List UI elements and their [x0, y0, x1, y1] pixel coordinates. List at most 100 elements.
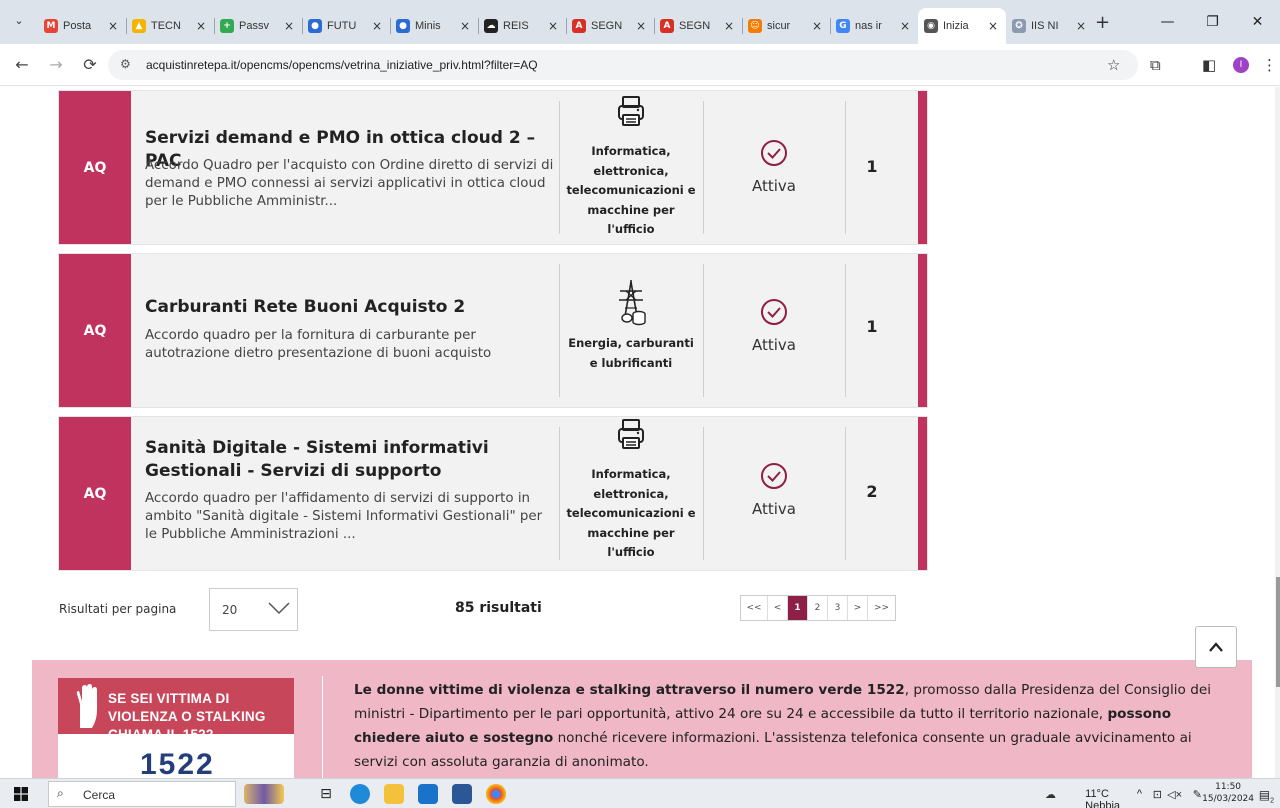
tab-close-icon[interactable]: × — [194, 19, 208, 33]
tab-close-icon[interactable]: × — [106, 19, 120, 33]
printer-icon — [618, 96, 644, 126]
tab-close-icon[interactable]: × — [458, 19, 472, 33]
extensions-icon[interactable]: ⧉ — [1150, 56, 1161, 74]
forward-button[interactable]: → — [46, 55, 66, 75]
browser-tab[interactable]: A SEGN × — [566, 8, 654, 44]
clock-time: 11:50 — [1215, 782, 1242, 792]
profile-avatar[interactable]: I — [1233, 57, 1249, 73]
initiative-status: Attiva — [703, 298, 845, 354]
close-window-button[interactable]: ✕ — [1235, 0, 1280, 44]
browser-tab[interactable]: ● Minis × — [390, 8, 478, 44]
pagination-button[interactable]: 3 — [828, 596, 848, 620]
browser-tab[interactable]: ☁ REIS × — [478, 8, 566, 44]
pagination-button[interactable]: << — [741, 596, 768, 620]
minimize-button[interactable]: — — [1145, 0, 1190, 44]
category-line: Energia, carburanti — [568, 336, 694, 350]
tab-title: SEGN — [679, 20, 711, 32]
back-button[interactable]: ← — [12, 55, 32, 75]
volume-icon[interactable]: ◁× — [1167, 788, 1182, 801]
tab-close-icon[interactable]: × — [722, 19, 736, 33]
banner-image-text: SE SEI VITTIMA DI VIOLENZA O STALKING CH… — [108, 691, 266, 742]
initiative-title[interactable]: Sanità Digitale - Sistemi informativi Ge… — [145, 437, 557, 483]
scrollbar-thumb[interactable] — [1276, 577, 1280, 687]
notifications-icon[interactable]: ▤2 — [1259, 788, 1274, 804]
tab-favicon-icon: G — [836, 19, 850, 33]
tab-close-icon[interactable]: × — [986, 19, 1000, 33]
scroll-to-top-button[interactable] — [1195, 626, 1237, 668]
word-icon[interactable] — [452, 784, 472, 804]
initiative-count: 1 — [866, 317, 878, 336]
browser-tab[interactable]: + Passv × — [214, 8, 302, 44]
network-icon[interactable]: ⊡ — [1153, 788, 1162, 801]
helpline-banner-image[interactable]: SE SEI VITTIMA DI VIOLENZA O STALKING CH… — [58, 678, 294, 778]
initiative-card[interactable]: AQ Servizi demand e PMO in ottica cloud … — [59, 91, 927, 244]
tab-close-icon[interactable]: × — [282, 19, 296, 33]
tab-close-icon[interactable]: × — [810, 19, 824, 33]
task-view-icon[interactable]: ⊟ — [316, 784, 336, 804]
banner-divider — [322, 676, 323, 778]
page-scrollbar[interactable] — [1275, 87, 1280, 778]
browser-tab[interactable]: ◉ Inizia × — [918, 8, 1006, 44]
browser-tab[interactable]: M Posta × — [38, 8, 126, 44]
category-line: macchine per — [587, 525, 675, 540]
category-line: Informatica, — [591, 467, 671, 481]
browser-tab[interactable]: ▲ TECN × — [126, 8, 214, 44]
initiative-title[interactable]: Carburanti Rete Buoni Acquisto 2 — [145, 296, 557, 319]
pagination-button[interactable]: > — [848, 596, 868, 620]
site-info-icon[interactable]: ⚙ — [120, 57, 131, 71]
tab-title: SEGN — [591, 20, 623, 32]
pagination-button[interactable]: 2 — [808, 596, 828, 620]
tab-close-icon[interactable]: × — [634, 19, 648, 33]
tab-close-icon[interactable]: × — [370, 19, 384, 33]
windows-start-icon[interactable] — [14, 787, 28, 801]
url-text[interactable]: acquistinretepa.it/opencms/opencms/vetri… — [146, 58, 538, 72]
pen-icon[interactable]: ✎ — [1193, 788, 1202, 801]
edge-icon[interactable] — [350, 784, 370, 804]
tab-favicon-icon: + — [220, 19, 234, 33]
browser-toolbar: ← → ⟳ ⚙ acquistinretepa.it/opencms/openc… — [0, 44, 1280, 86]
tab-title: Passv — [239, 20, 269, 32]
tab-search-button[interactable]: ⌄ — [8, 10, 30, 32]
chrome-icon[interactable] — [486, 784, 506, 804]
reload-button[interactable]: ⟳ — [80, 55, 100, 75]
clock[interactable]: 11:50 15/03/2024 — [1202, 781, 1254, 805]
pagination-button[interactable]: >> — [868, 596, 895, 620]
results-total: 85 risultati — [455, 600, 542, 616]
tab-title: Minis — [415, 20, 441, 32]
initiative-category: Informatica, elettronica, telecomunicazi… — [559, 418, 703, 563]
pagination-button[interactable]: < — [768, 596, 788, 620]
category-line: l'ufficio — [607, 222, 655, 236]
bookmark-star-icon[interactable]: ☆ — [1107, 56, 1120, 74]
banner-text-bold: Le donne vittime di violenza e stalking … — [354, 682, 905, 698]
browser-tab[interactable]: Gnas ir × — [830, 8, 918, 44]
mail-icon[interactable] — [418, 784, 438, 804]
address-bar[interactable]: ⚙ acquistinretepa.it/opencms/opencms/vet… — [108, 50, 1138, 80]
tab-close-icon[interactable]: × — [1074, 19, 1088, 33]
browser-tab[interactable]: ☺ sicur × — [742, 8, 830, 44]
pagination-button[interactable]: 1 — [788, 596, 808, 620]
tab-close-icon[interactable]: × — [898, 19, 912, 33]
tray-overflow-icon[interactable]: ^ — [1137, 788, 1142, 800]
new-tab-button[interactable]: + — [1095, 14, 1110, 32]
restore-button[interactable]: ❐ — [1190, 0, 1235, 44]
file-explorer-icon[interactable] — [384, 784, 404, 804]
tab-title: nas ir — [855, 20, 882, 32]
browser-tab[interactable]: ✪ IIS NI × — [1006, 8, 1094, 44]
browser-tab[interactable]: A SEGN × — [654, 8, 742, 44]
taskbar-search-placeholder: Cerca — [83, 788, 116, 802]
browser-menu-icon[interactable]: ⋮ — [1262, 56, 1277, 74]
browser-tab[interactable]: ● FUTU × — [302, 8, 390, 44]
initiative-card[interactable]: AQ Carburanti Rete Buoni Acquisto 2 Acco… — [59, 254, 927, 407]
chevron-down-icon — [268, 602, 290, 615]
taskbar-search[interactable]: ⌕ Cerca — [48, 781, 236, 807]
search-highlight-icon[interactable] — [244, 784, 284, 804]
weather-text[interactable]: 11°C Nebbia — [1085, 788, 1120, 808]
weather-icon[interactable]: ☁ — [1045, 788, 1056, 801]
initiative-card[interactable]: AQ Sanità Digitale - Sistemi informativi… — [59, 417, 927, 570]
initiative-category: Energia, carburanti e lubrificanti — [559, 278, 703, 373]
tab-close-icon[interactable]: × — [546, 19, 560, 33]
results-per-page-select[interactable]: 20 — [209, 588, 298, 631]
side-panel-icon[interactable]: ◧ — [1202, 56, 1216, 74]
initiative-category: Informatica, elettronica, telecomunicazi… — [559, 95, 703, 240]
chevron-up-icon — [1209, 642, 1223, 652]
